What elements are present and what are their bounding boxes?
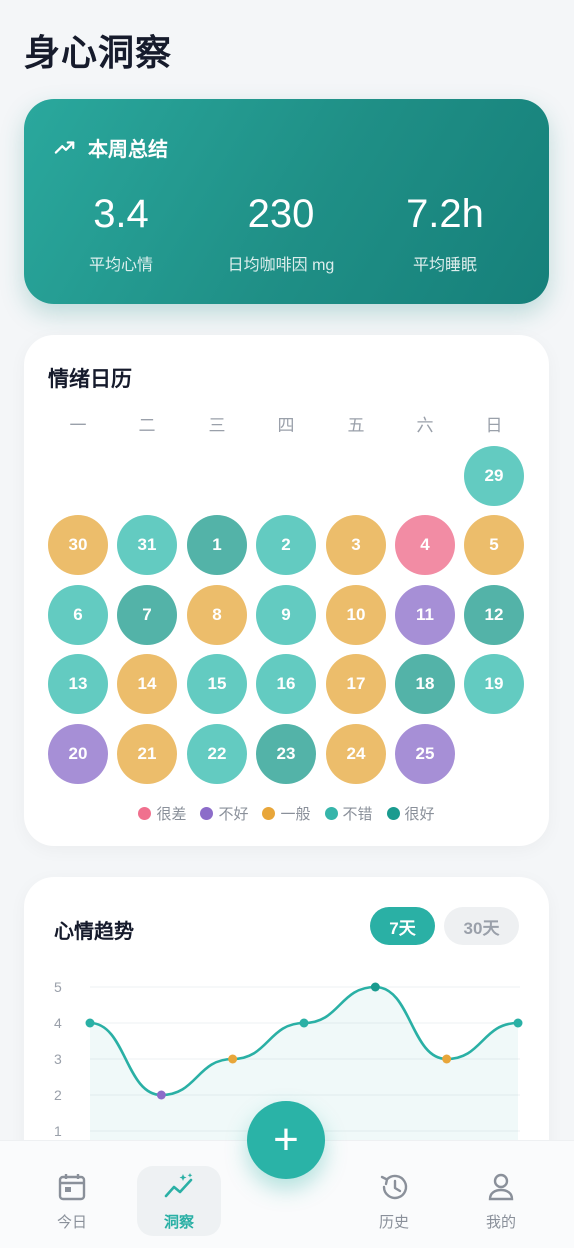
calendar-day[interactable]: 29 <box>464 446 524 506</box>
calendar-day[interactable]: 21 <box>117 724 177 784</box>
nav-label: 我的 <box>485 1214 516 1231</box>
trending-up-icon <box>54 140 75 154</box>
y-tick-label: 2 <box>54 1087 62 1103</box>
legend-label: 很差 <box>156 806 187 823</box>
legend-label: 一般 <box>280 806 311 823</box>
stat-avg-mood: 3.4 平均心情 <box>36 191 206 275</box>
calendar-day[interactable]: 17 <box>326 654 386 714</box>
calendar-day[interactable]: 11 <box>395 585 455 645</box>
calendar-day[interactable]: 14 <box>117 654 177 714</box>
calendar-day[interactable]: 1 <box>187 515 247 575</box>
calendar-day[interactable]: 6 <box>48 585 108 645</box>
nav-item-insights[interactable]: 洞察 <box>137 1141 221 1248</box>
legend-label: 不好 <box>218 806 249 823</box>
profile-icon <box>488 1173 514 1201</box>
legend-dot <box>200 807 214 820</box>
y-tick-label: 3 <box>54 1051 62 1067</box>
y-tick-label: 5 <box>54 979 62 995</box>
calendar-day[interactable]: 16 <box>256 654 316 714</box>
page-title: 身心洞察 <box>24 32 173 73</box>
legend-item: 很好 <box>386 803 435 824</box>
trend-point[interactable] <box>513 1018 523 1028</box>
insight-chart-icon <box>164 1173 193 1198</box>
stat-caffeine: 230 日均咖啡因 mg <box>196 191 366 275</box>
y-tick-label: 1 <box>54 1123 62 1139</box>
calendar-day[interactable]: 10 <box>326 585 386 645</box>
range-30-days-button[interactable]: 30天 <box>444 907 519 945</box>
calendar-day[interactable]: 25 <box>395 724 455 784</box>
calendar-day[interactable]: 31 <box>117 515 177 575</box>
add-entry-button[interactable]: + <box>247 1101 325 1179</box>
legend-dot <box>324 807 338 820</box>
stat-value: 230 <box>247 192 315 236</box>
weekday-label: 三 <box>208 416 226 435</box>
nav-label: 今日 <box>56 1214 87 1231</box>
nav-label: 洞察 <box>163 1214 194 1231</box>
calendar-day[interactable]: 24 <box>326 724 386 784</box>
calendar-day[interactable]: 3 <box>326 515 386 575</box>
mood-calendar-card: 情绪日历 一二三四五六日 29 30 31 1 2 3 4 5 6 7 8 9 10 11 12 13 14 15… <box>24 335 549 846</box>
trend-point[interactable] <box>156 1090 166 1100</box>
weekday-label: 二 <box>138 416 156 435</box>
trend-point[interactable] <box>442 1054 452 1064</box>
stat-sleep: 7.2h 平均睡眠 <box>360 191 530 275</box>
legend-dot <box>262 807 276 820</box>
stat-value: 3.4 <box>93 192 149 236</box>
legend-item: 很差 <box>138 803 186 824</box>
stat-label: 平均睡眠 <box>412 257 477 274</box>
calendar-day[interactable]: 12 <box>464 585 524 645</box>
calendar-icon <box>58 1174 86 1201</box>
calendar-day[interactable]: 30 <box>48 515 108 575</box>
range-7-days-button[interactable]: 7天 <box>370 907 435 945</box>
nav-label: 历史 <box>378 1214 409 1231</box>
calendar-day[interactable]: 15 <box>187 654 247 714</box>
trend-point[interactable] <box>228 1054 238 1064</box>
stat-label: 平均心情 <box>88 257 153 274</box>
trend-point[interactable] <box>370 982 380 992</box>
calendar-day[interactable]: 19 <box>464 654 524 714</box>
nav-item-today[interactable]: 今日 <box>30 1141 114 1248</box>
trend-title: 心情趋势 <box>54 921 134 943</box>
calendar-day[interactable]: 9 <box>256 585 316 645</box>
calendar-day[interactable]: 5 <box>464 515 524 575</box>
summary-heading: 本周总结 <box>54 133 168 162</box>
weekday-label: 日 <box>485 416 503 435</box>
weekday-label: 一 <box>69 416 87 435</box>
calendar-title: 情绪日历 <box>48 368 132 391</box>
calendar-day[interactable]: 18 <box>395 654 455 714</box>
legend-item: 不错 <box>324 803 373 824</box>
calendar-day[interactable]: 7 <box>117 585 177 645</box>
summary-heading-text: 本周总结 <box>88 139 168 161</box>
legend-item: 不好 <box>200 803 248 824</box>
calendar-day[interactable]: 23 <box>256 724 316 784</box>
history-icon <box>380 1174 408 1200</box>
nav-item-profile[interactable]: 我的 <box>459 1141 543 1248</box>
legend-label: 不错 <box>342 806 373 823</box>
calendar-day[interactable]: 22 <box>187 724 247 784</box>
y-tick-label: 4 <box>54 1015 62 1031</box>
nav-item-history[interactable]: 历史 <box>352 1141 436 1248</box>
trend-point[interactable] <box>85 1018 95 1028</box>
weekday-label: 四 <box>277 416 295 435</box>
mood-legend: 很差 不好 一般 不错 很好 <box>24 803 549 824</box>
calendar-day[interactable]: 20 <box>48 724 108 784</box>
legend-item: 一般 <box>262 803 311 824</box>
trend-point[interactable] <box>299 1018 309 1028</box>
calendar-day[interactable]: 8 <box>187 585 247 645</box>
stat-value: 7.2h <box>406 192 484 236</box>
legend-dot <box>138 807 152 820</box>
weekday-label: 五 <box>347 416 365 435</box>
calendar-day[interactable]: 13 <box>48 654 108 714</box>
calendar-day[interactable]: 4 <box>395 515 455 575</box>
calendar-day[interactable]: 2 <box>256 515 316 575</box>
stat-label: 日均咖啡因 mg <box>227 257 335 274</box>
legend-dot <box>386 807 400 820</box>
weekday-label: 六 <box>416 416 434 435</box>
legend-label: 很好 <box>404 806 435 823</box>
weekly-summary-card: 本周总结 3.4 平均心情 230 日均咖啡因 mg 7.2h 平均睡眠 <box>24 99 549 304</box>
